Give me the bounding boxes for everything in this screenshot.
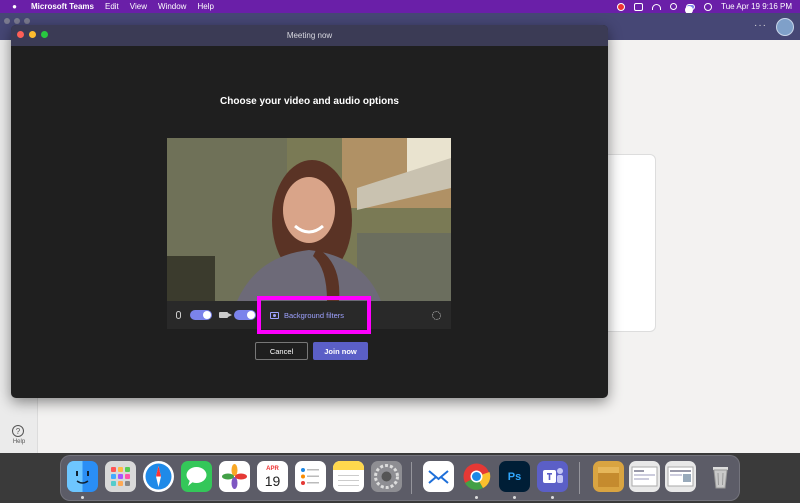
reminders-icon[interactable]	[295, 461, 326, 492]
help-icon[interactable]: ?	[12, 425, 24, 437]
meeting-prejoin-window: Meeting now Choose your video and audio …	[11, 25, 608, 398]
camera-preview	[167, 138, 451, 301]
mic-control	[176, 301, 181, 329]
device-settings-button[interactable]	[432, 301, 441, 329]
screenshot-1-icon[interactable]	[629, 461, 660, 492]
dock-separator	[411, 462, 412, 494]
avatar[interactable]	[776, 18, 794, 36]
minimize-button[interactable]	[29, 31, 36, 38]
chrome-running-indicator	[475, 496, 478, 499]
help-label[interactable]: Help	[0, 439, 38, 445]
highlight-box	[257, 296, 371, 334]
launchpad-icon[interactable]	[105, 461, 136, 492]
teams-running-indicator	[551, 496, 554, 499]
menu-help[interactable]: Help	[197, 2, 213, 11]
system-preferences-icon[interactable]	[371, 461, 402, 492]
archive-icon[interactable]	[593, 461, 624, 492]
teams-minimize-button[interactable]	[14, 18, 20, 24]
chrome-icon[interactable]	[461, 461, 492, 492]
mail-app-icon[interactable]	[423, 461, 454, 492]
teams-close-button[interactable]	[4, 18, 10, 24]
gear-icon	[432, 310, 441, 320]
battery-icon[interactable]	[634, 2, 644, 11]
screen-recording-icon[interactable]	[617, 2, 626, 11]
finder-running-indicator	[81, 496, 84, 499]
camera-control	[219, 301, 232, 329]
microphone-toggle[interactable]	[190, 310, 212, 320]
screenshot-2-icon[interactable]	[665, 461, 696, 492]
menu-app-name[interactable]: Microsoft Teams	[31, 2, 94, 11]
safari-icon[interactable]	[143, 461, 174, 492]
spotlight-search-icon[interactable]	[670, 3, 678, 10]
photoshop-icon[interactable]: Ps	[499, 461, 530, 492]
meeting-window-title: Meeting now	[286, 31, 333, 40]
close-button[interactable]	[17, 31, 24, 38]
apple-icon[interactable]: ●	[10, 2, 19, 11]
calendar-month: APR	[266, 465, 279, 472]
teams-zoom-button[interactable]	[24, 18, 30, 24]
meeting-title-bar: Meeting now	[11, 25, 608, 46]
menu-clock[interactable]: Tue Apr 19 9:16 PM	[721, 2, 792, 11]
menu-bar: ● Microsoft Teams Edit View Window Help …	[0, 0, 800, 14]
finder-icon[interactable]	[67, 461, 98, 492]
mic-toggle-wrap	[190, 301, 212, 329]
messages-icon[interactable]	[181, 461, 212, 492]
dock: APR 19 Ps	[60, 455, 740, 501]
teams-icon[interactable]	[537, 461, 568, 492]
window-controls	[17, 31, 48, 38]
zoom-button[interactable]	[41, 31, 48, 38]
photos-icon[interactable]	[219, 461, 250, 492]
menu-edit[interactable]: Edit	[105, 2, 119, 11]
join-now-button[interactable]: Join now	[313, 342, 368, 360]
menu-window[interactable]: Window	[158, 2, 186, 11]
calendar-day: 19	[264, 472, 281, 489]
more-options-icon[interactable]: ···	[754, 20, 767, 31]
trash-icon[interactable]	[705, 461, 736, 492]
prejoin-heading: Choose your video and audio options	[220, 96, 399, 107]
teams-window-controls	[4, 18, 30, 24]
camera-toggle-wrap	[234, 301, 256, 329]
video-camera-icon	[219, 312, 232, 318]
calendar-icon[interactable]: APR 19	[257, 461, 288, 492]
control-center-icon[interactable]	[685, 3, 696, 14]
cancel-button[interactable]: Cancel	[255, 342, 308, 360]
dock-separator-2	[579, 462, 580, 494]
microphone-icon	[176, 311, 181, 319]
camera-toggle[interactable]	[234, 310, 256, 320]
wifi-icon[interactable]	[652, 3, 662, 10]
camera-preview-image	[167, 138, 451, 301]
teams-content-card	[600, 154, 656, 332]
menu-view[interactable]: View	[130, 2, 147, 11]
notes-icon[interactable]	[333, 461, 364, 492]
photoshop-running-indicator	[513, 496, 516, 499]
siri-icon[interactable]	[704, 2, 713, 11]
